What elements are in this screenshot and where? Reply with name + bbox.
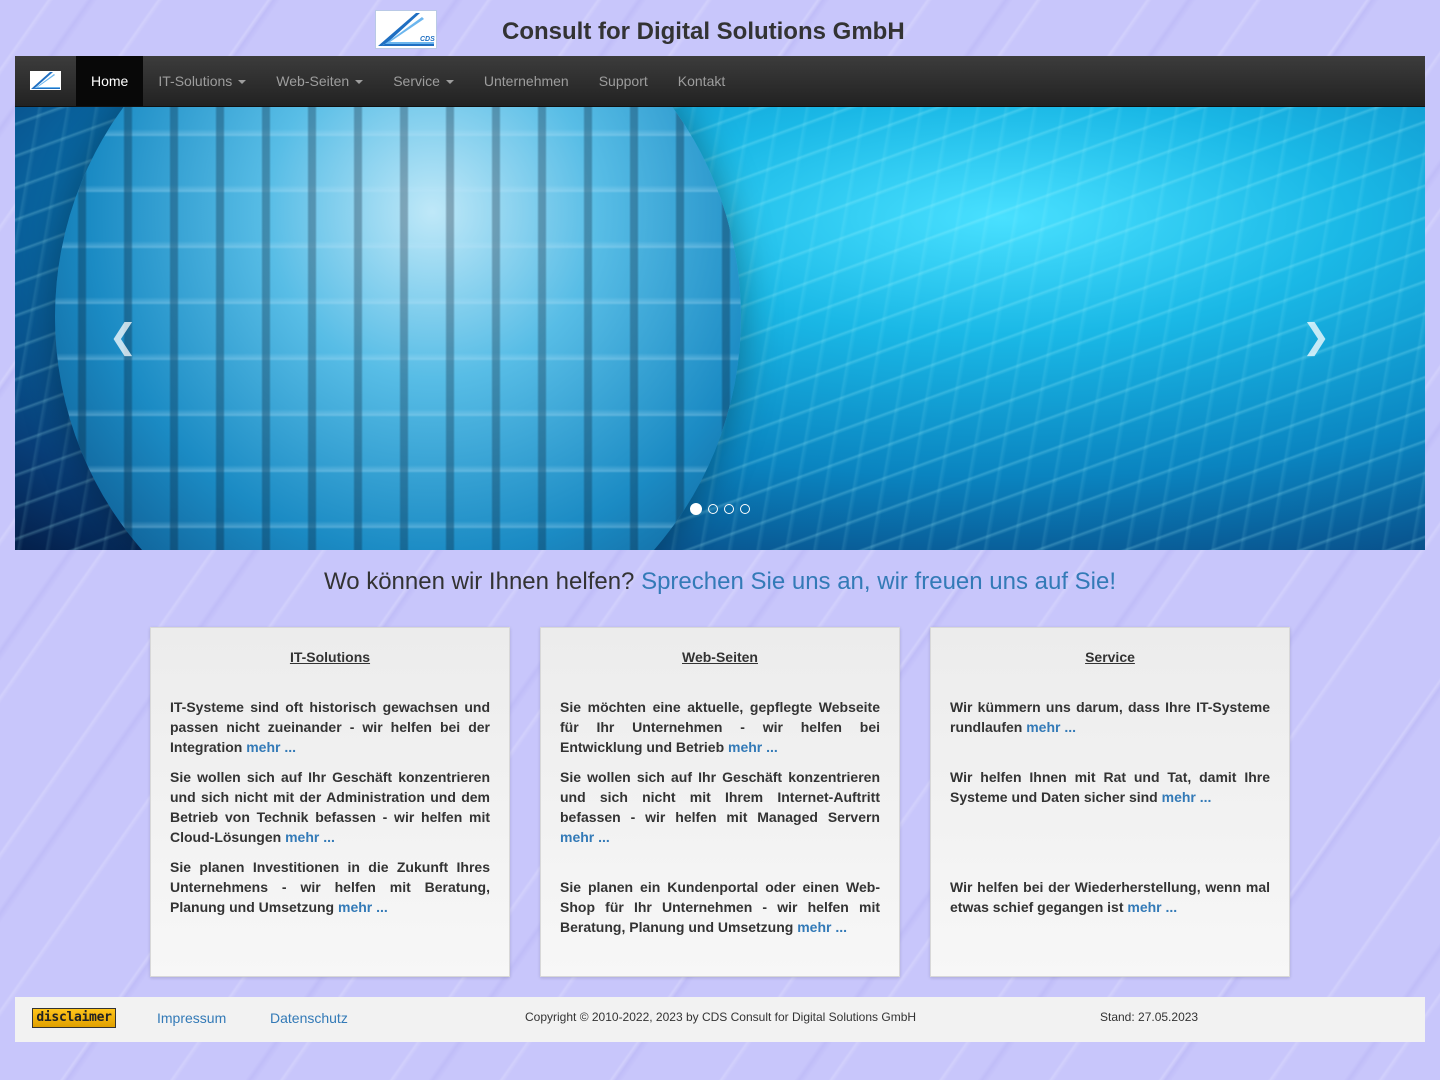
card-paragraph: IT-Systeme sind oft historisch gewachsen… <box>170 699 490 755</box>
card-service: Service Wir kümmern uns darum, dass Ihre… <box>930 627 1290 977</box>
binary-globe-image <box>55 107 741 550</box>
nav-item-kontakt[interactable]: Kontakt <box>663 56 740 106</box>
nav-item-unternehmen[interactable]: Unternehmen <box>469 56 584 106</box>
company-logo[interactable]: CDS <box>375 10 437 49</box>
card-web-seiten: Web-Seiten Sie möchten eine aktuelle, ge… <box>540 627 900 977</box>
card-it-solutions: IT-Solutions IT-Systeme sind oft histori… <box>150 627 510 977</box>
more-link[interactable]: mehr ... <box>560 829 610 845</box>
card-paragraph: Sie wollen sich auf Ihr Geschäft konzent… <box>170 769 490 845</box>
card-title[interactable]: IT-Solutions <box>151 649 509 665</box>
svg-text:CDS: CDS <box>420 36 435 43</box>
more-link[interactable]: mehr ... <box>246 739 296 755</box>
nav-item-it-solutions[interactable]: IT-Solutions <box>143 56 261 106</box>
card-paragraph: Wir helfen Ihnen mit Rat und Tat, damit … <box>950 769 1270 805</box>
carousel-indicators <box>690 503 750 515</box>
navbar-brand-logo[interactable] <box>30 71 61 90</box>
hero-carousel: ❮ ❯ <box>15 107 1425 550</box>
carousel-indicator-1[interactable] <box>690 503 702 515</box>
caret-down-icon <box>355 80 364 85</box>
more-link[interactable]: mehr ... <box>285 829 335 845</box>
cds-logo-icon: CDS <box>378 13 435 46</box>
site-header: CDS Consult for Digital Solutions GmbH <box>0 0 1440 56</box>
more-link[interactable]: mehr ... <box>797 919 847 935</box>
caret-down-icon <box>238 80 247 85</box>
nav-item-home[interactable]: Home <box>76 56 144 106</box>
carousel-indicator-2[interactable] <box>708 504 718 514</box>
card-paragraph: Wir kümmern uns darum, dass Ihre IT-Syst… <box>950 699 1270 735</box>
more-link[interactable]: mehr ... <box>1162 789 1212 805</box>
last-updated-text: Stand: 27.05.2023 <box>1100 1010 1199 1024</box>
nav-item-service[interactable]: Service <box>378 56 469 106</box>
card-paragraph: Sie möchten eine aktuelle, gepflegte Web… <box>560 699 880 755</box>
nav-item-web-seiten[interactable]: Web-Seiten <box>261 56 378 106</box>
carousel-prev-button[interactable]: ❮ <box>108 317 138 357</box>
tagline-question: Wo können wir Ihnen helfen? <box>323 568 635 595</box>
nav-item-support[interactable]: Support <box>584 56 663 106</box>
tagline-accent: Sprechen Sie uns an, wir freuen uns auf … <box>641 568 1117 595</box>
impressum-link[interactable]: Impressum <box>157 1010 226 1026</box>
more-link[interactable]: mehr ... <box>728 739 778 755</box>
chevron-left-icon: ❮ <box>108 317 138 357</box>
nav-item-label: Support <box>598 73 648 89</box>
nav-item-label: Web-Seiten <box>276 73 350 89</box>
carousel-indicator-4[interactable] <box>740 504 750 514</box>
nav-item-label: Kontakt <box>677 73 726 89</box>
chevron-right-icon: ❯ <box>1301 317 1331 357</box>
carousel-indicator-3[interactable] <box>724 504 734 514</box>
card-paragraph: Wir helfen bei der Wiederherstellung, we… <box>950 879 1270 915</box>
site-footer: disclaimer Impressum Datenschutz Copyrig… <box>15 997 1425 1042</box>
disclaimer-badge[interactable]: disclaimer <box>32 1008 116 1028</box>
card-title[interactable]: Service <box>931 649 1289 665</box>
site-title: Consult for Digital Solutions GmbH <box>502 18 905 45</box>
caret-down-icon <box>445 80 454 85</box>
more-link[interactable]: mehr ... <box>338 899 388 915</box>
more-link[interactable]: mehr ... <box>1127 899 1177 915</box>
nav-menu: Home IT-Solutions Web-Seiten Service Unterne… <box>76 56 740 106</box>
tagline: Wo können wir Ihnen helfen? Sprechen Sie… <box>0 568 1440 596</box>
card-paragraph: Sie planen Investitionen in die Zukunft … <box>170 859 490 915</box>
nav-item-label: IT-Solutions <box>158 73 233 89</box>
more-link[interactable]: mehr ... <box>1026 719 1076 735</box>
copyright-text: Copyright © 2010-2022, 2023 by CDS Consu… <box>525 1010 917 1024</box>
nav-item-label: Service <box>393 73 440 89</box>
cds-logo-icon <box>31 72 60 89</box>
datenschutz-link[interactable]: Datenschutz <box>270 1010 348 1026</box>
main-navbar: Home IT-Solutions Web-Seiten Service Unterne… <box>15 56 1425 107</box>
card-paragraph: Sie wollen sich auf Ihr Geschäft konzent… <box>560 769 880 845</box>
nav-item-label: Unternehmen <box>483 73 569 89</box>
nav-item-label: Home <box>91 73 129 89</box>
card-title[interactable]: Web-Seiten <box>541 649 899 665</box>
card-paragraph: Sie planen ein Kundenportal oder einen W… <box>560 879 880 935</box>
carousel-next-button[interactable]: ❯ <box>1301 317 1331 357</box>
